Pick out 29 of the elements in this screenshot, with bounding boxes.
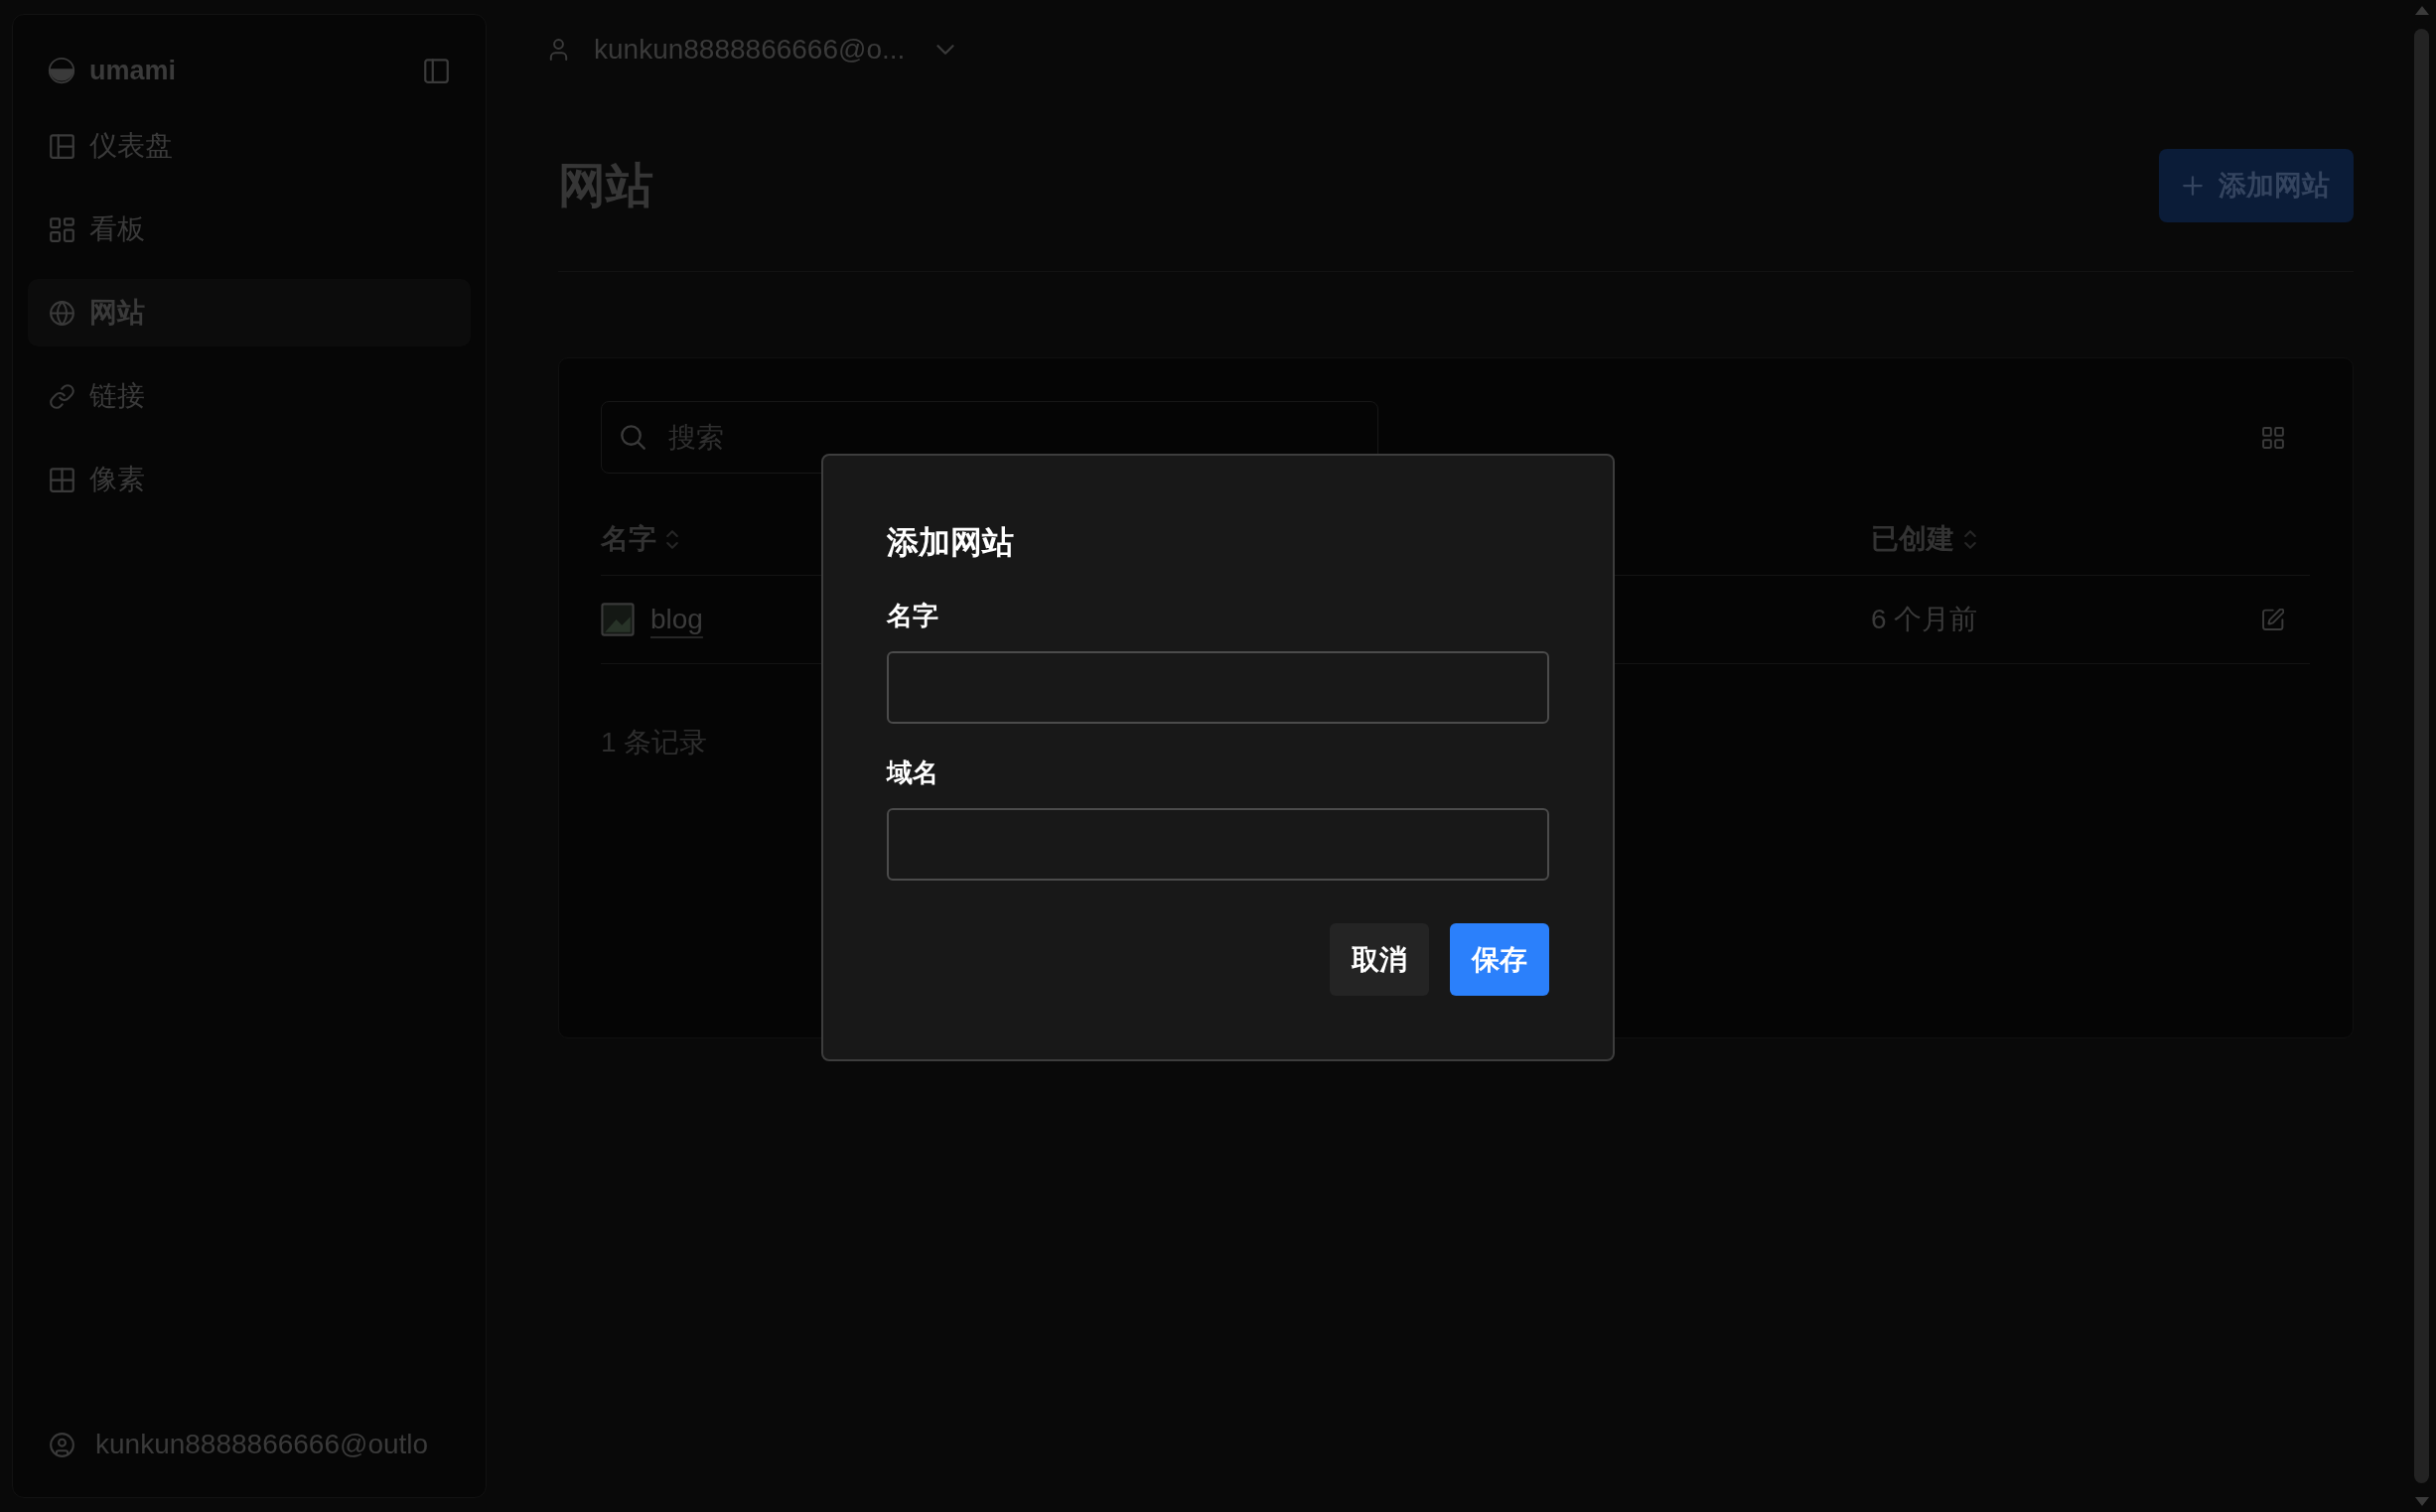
chevron-down-icon	[936, 45, 955, 55]
sort-icon	[1964, 529, 1976, 549]
globe-icon	[50, 300, 74, 326]
dialog-title: 添加网站	[887, 523, 1015, 562]
grid-icon	[2262, 426, 2284, 449]
cancel-button[interactable]: 取消	[1330, 923, 1429, 996]
grid-square-icon	[50, 467, 74, 492]
down-arrow-icon[interactable]	[2414, 1497, 2429, 1506]
user-circle-icon	[50, 1432, 74, 1457]
up-arrow-icon[interactable]	[2414, 6, 2429, 15]
field-label: 名字	[887, 600, 939, 632]
search-icon	[621, 425, 645, 450]
input-field[interactable]	[887, 808, 1549, 881]
edit-button[interactable]	[2260, 607, 2286, 632]
save-button[interactable]: 保存	[1450, 923, 1549, 996]
dashboard-grid-icon	[50, 216, 74, 242]
user-icon	[549, 39, 568, 61]
sidebar-toggle-button[interactable]	[424, 58, 449, 83]
plus-icon	[2183, 175, 2203, 196]
link-icon	[50, 383, 74, 409]
scrollbar-thumb[interactable]	[2414, 29, 2429, 1483]
field-label: 域名	[887, 756, 939, 789]
image-icon	[601, 603, 635, 636]
layout-icon	[50, 133, 74, 159]
panel-icon	[424, 58, 449, 83]
sort-icon	[666, 529, 678, 549]
input-field[interactable]	[887, 651, 1549, 724]
edit-icon	[2262, 609, 2284, 630]
logo-icon	[48, 57, 75, 84]
